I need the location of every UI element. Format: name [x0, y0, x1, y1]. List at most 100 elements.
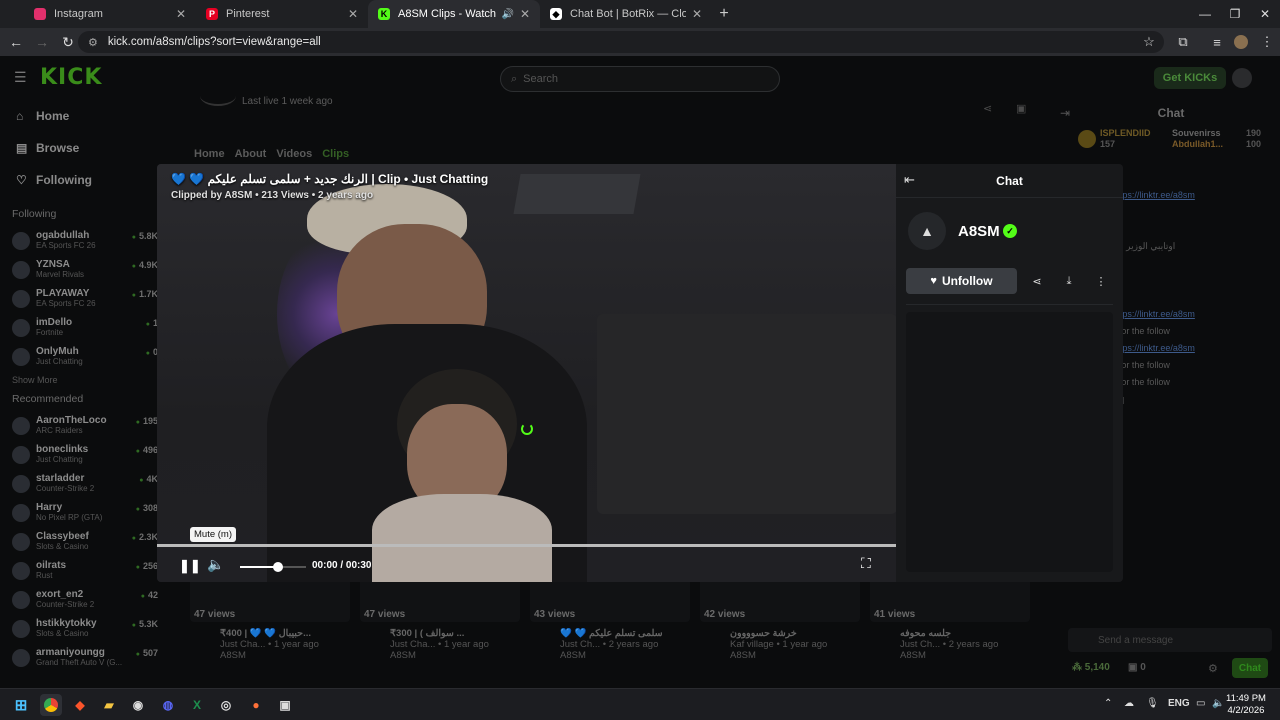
speaker-icon[interactable]: 🔈 [1212, 698, 1224, 709]
sidebar-channel[interactable]: PLAYAWAYEA Sports FC 26 1.7K [0, 284, 160, 313]
chrome-icon[interactable] [40, 694, 62, 716]
pause-icon[interactable]: ❚❚ [179, 558, 201, 574]
bookmark-star-icon[interactable]: ☆ [1138, 30, 1160, 54]
steam-icon[interactable]: ◉ [127, 694, 149, 716]
volume-slider-handle[interactable] [273, 562, 283, 572]
new-tab-button[interactable]: + [712, 0, 736, 28]
site-info-icon[interactable]: ⚙ [88, 36, 98, 49]
get-kicks-button[interactable]: Get KICKs [1154, 67, 1226, 89]
close-window-button[interactable]: ✕ [1248, 0, 1280, 28]
excel-icon[interactable]: X [186, 694, 208, 716]
kick-logo[interactable]: KICK [40, 65, 102, 90]
volume-icon[interactable]: 🔈 [207, 556, 224, 573]
clip-thumbnail[interactable]: 42 views [700, 578, 860, 622]
tab-instagram[interactable]: Instagram ✕ [24, 0, 196, 28]
cloud-icon[interactable]: ☁ [1124, 698, 1134, 709]
reload-button[interactable]: ↻ [56, 30, 80, 54]
settings-gear-icon[interactable]: ⚙ [1208, 662, 1218, 675]
sidebar-channel[interactable]: HarryNo Pixel RP (GTA) 308 [0, 498, 160, 527]
chat-send-button[interactable]: Chat [1232, 658, 1268, 678]
forward-button[interactable]: → [30, 30, 54, 54]
sidebar-channel[interactable]: imDelloFortnite1 [0, 313, 160, 342]
sidebar-channel[interactable]: exort_en2Counter-Strike 2 42 [0, 585, 160, 614]
video-progress-bar[interactable] [157, 544, 896, 547]
sidebar-channel[interactable]: boneclinksJust Chatting 496 [0, 440, 160, 469]
clip-thumbnail[interactable]: 41 views [870, 578, 1030, 622]
extensions-icon[interactable]: ⧉ [1172, 30, 1194, 54]
brave-icon[interactable]: ◆ [69, 694, 91, 716]
clip-thumbnail[interactable]: 47 views [360, 578, 520, 622]
clip-card[interactable]: 47 views ₹400 | 💙 💙 حبيبال... Just Cha... … [190, 578, 350, 661]
sidebar-channel[interactable]: YZNSAMarvel Rivals 4.9K [0, 255, 160, 284]
sidebar-channel[interactable]: OnlyMuhJust Chatting0 [0, 342, 160, 371]
back-button[interactable]: ← [4, 30, 28, 54]
clip-card[interactable]: 47 views ₹300 | ( سوالف ... Just Cha... • … [360, 578, 520, 661]
chat-link[interactable]: https://linktr.ee/a8sm [1112, 309, 1195, 319]
url-field[interactable]: ⚙ kick.com/a8sm/clips?sort=view&range=al… [78, 31, 1164, 53]
sidebar-channel[interactable]: oilratsRust 256 [0, 556, 160, 585]
tab-botrix[interactable]: ◆ Chat Bot | BotRix — Cloud Stre ✕ [540, 0, 712, 28]
close-tab-icon[interactable]: ✕ [520, 7, 530, 21]
channel-avatar[interactable]: ▲ [908, 212, 946, 250]
sidebar-channel[interactable]: armaniyounggGrand Theft Auto V (G... 507 [0, 643, 160, 672]
tab-clips[interactable]: Clips [322, 148, 349, 160]
sidebar-item-following[interactable]: ♡ Following [0, 164, 160, 196]
profile-avatar[interactable] [1230, 30, 1252, 54]
clip-thumbnail[interactable]: 43 views [530, 578, 690, 622]
download-icon[interactable]: ⤓ [1056, 268, 1082, 294]
clip-card[interactable]: 41 views جلسه محوفه Just Ch... • 2 years a… [870, 578, 1030, 661]
clip-card[interactable]: 42 views خرشة حسوووون Kaf village • 1 year… [700, 578, 860, 661]
report-icon[interactable]: ▣ [1016, 102, 1026, 115]
sidebar-item-browse[interactable]: ▤ Browse [0, 132, 160, 164]
sidebar-channel[interactable]: starladderCounter-Strike 2 4K [0, 469, 160, 498]
file-explorer-icon[interactable]: ▰ [98, 694, 120, 716]
video-player[interactable]: 💙 💙 الرنك جديد + سلمى تسلم عليكم | Clip … [157, 164, 896, 582]
send-message-input[interactable]: Send a message [1068, 628, 1272, 652]
search-input[interactable]: ⌕ Search [500, 66, 780, 92]
tab-pinterest[interactable]: P Pinterest ✕ [196, 0, 368, 28]
sidebar-channel[interactable]: AaronTheLocoARC Raiders 195 [0, 411, 160, 440]
user-avatar[interactable] [1232, 68, 1252, 88]
show-more-link[interactable]: Show More [0, 371, 160, 389]
display-icon[interactable]: ▭ [1196, 698, 1205, 709]
close-tab-icon[interactable]: ✕ [176, 7, 186, 21]
collapse-chat-icon[interactable]: ⇥ [1060, 106, 1070, 120]
tab-a8sm-clips[interactable]: K A8SM Clips - Watch Live on 🔊 ✕ [368, 0, 540, 28]
firefox-icon[interactable]: ● [245, 694, 267, 716]
microphone-icon[interactable]: 🎙 [1146, 698, 1159, 709]
gift-count[interactable]: ▣ 0 [1128, 662, 1146, 673]
share-icon[interactable]: ⋖ [1024, 268, 1050, 294]
taskbar-clock[interactable]: 11:49 PM 4/2/2026 [1226, 693, 1266, 717]
app-icon[interactable]: ▣ [274, 694, 296, 716]
start-icon[interactable]: ⊞ [10, 694, 32, 716]
hamburger-menu-icon[interactable]: ☰ [14, 69, 27, 86]
clip-thumbnail[interactable]: 47 views [190, 578, 350, 622]
minimize-button[interactable]: — [1188, 0, 1222, 28]
tab-home[interactable]: Home [194, 148, 225, 160]
app-icon[interactable]: ◎ [215, 694, 237, 716]
tab-about[interactable]: About [235, 148, 267, 160]
tab-videos[interactable]: Videos [276, 148, 312, 160]
more-options-icon[interactable]: ⋮ [1088, 268, 1114, 294]
language-indicator[interactable]: ENG [1168, 698, 1190, 709]
chat-link[interactable]: https://linktr.ee/a8sm [1112, 343, 1195, 353]
browser-menu-icon[interactable]: ⋮ [1256, 30, 1278, 54]
unfollow-button[interactable]: ♥ Unfollow [906, 268, 1017, 294]
sidebar-channel[interactable]: hstikkytokkySlots & Casino 5.3K [0, 614, 160, 643]
sidebar-channel[interactable]: ogabdullahEA Sports FC 26 5.8K [0, 226, 160, 255]
chat-link[interactable]: https://linktr.ee/a8sm [1112, 190, 1195, 200]
close-tab-icon[interactable]: ✕ [692, 7, 702, 21]
fullscreen-icon[interactable]: ⛶ [861, 555, 871, 572]
audio-playing-icon[interactable]: 🔊 [501, 9, 513, 20]
sidebar-channel[interactable]: ClassybeefSlots & Casino 2.3K [0, 527, 160, 556]
sidebar-item-home[interactable]: ⌂ Home [0, 100, 160, 132]
clip-card[interactable]: 43 views 💙 💙 سلمى تسلم عليكم Just Ch... • … [530, 578, 690, 661]
close-tab-icon[interactable]: ✕ [348, 7, 358, 21]
discord-icon[interactable]: ◍ [157, 694, 179, 716]
channel-name[interactable]: A8SM [958, 223, 1000, 240]
channel-text: Classybeef Slots & Casino [36, 531, 89, 552]
reading-list-icon[interactable]: ≡ [1206, 30, 1228, 54]
tray-overflow-icon[interactable]: ⌃ [1104, 698, 1112, 709]
share-icon[interactable]: ⋖ [983, 102, 992, 115]
maximize-button[interactable]: ❐ [1218, 0, 1252, 28]
